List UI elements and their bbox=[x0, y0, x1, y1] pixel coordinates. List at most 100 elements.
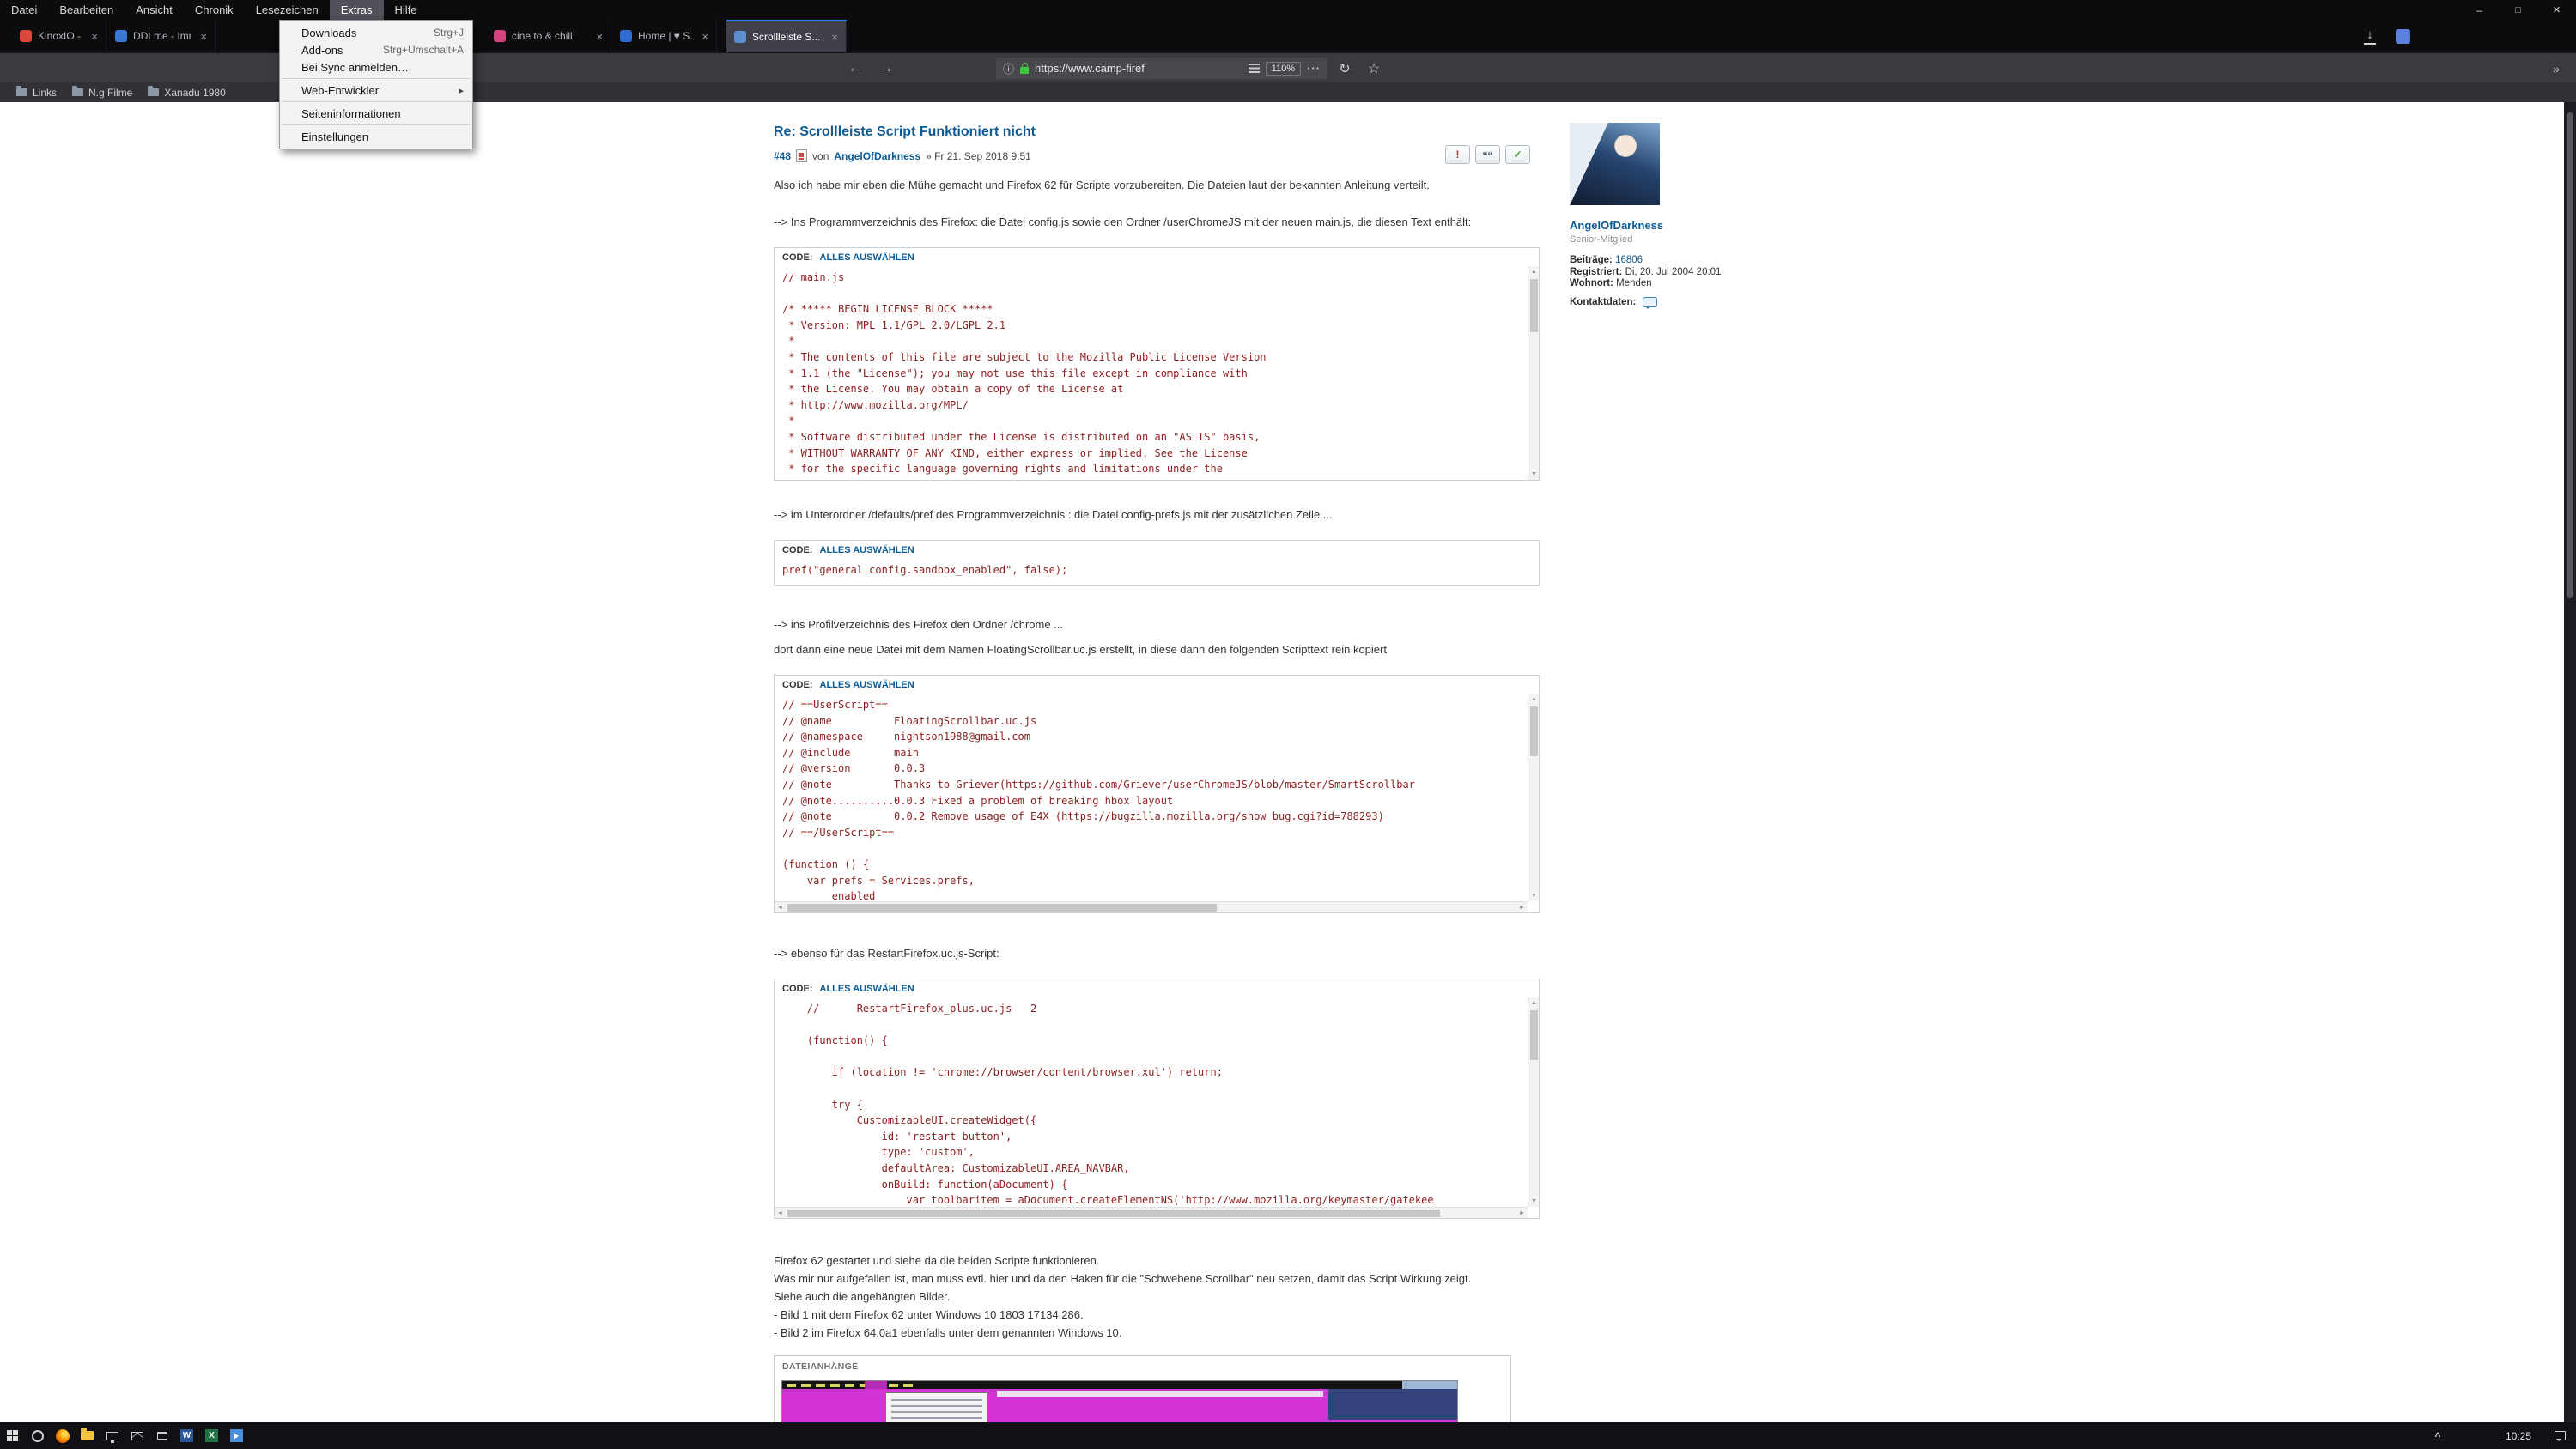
menu-datei[interactable]: Datei bbox=[0, 0, 48, 20]
scroll-left-icon[interactable] bbox=[775, 1208, 786, 1218]
overflow-chevron-icon[interactable] bbox=[2545, 58, 2567, 79]
scroll-up-icon[interactable] bbox=[1528, 266, 1539, 277]
page-actions-icon[interactable] bbox=[1307, 62, 1321, 75]
store-icon[interactable] bbox=[149, 1422, 174, 1449]
close-window-icon[interactable] bbox=[2537, 0, 2576, 20]
forward-icon[interactable] bbox=[874, 58, 898, 79]
tab-cineto[interactable]: cine.to & chill bbox=[486, 20, 611, 52]
minimize-icon[interactable] bbox=[2460, 0, 2499, 20]
scrollbar-thumb[interactable] bbox=[787, 1210, 1440, 1217]
horizontal-scrollbar[interactable] bbox=[775, 901, 1528, 912]
menu-ansicht[interactable]: Ansicht bbox=[125, 0, 184, 20]
tab-kinoxio[interactable]: KinoxIO - Best... bbox=[12, 20, 106, 52]
scrollbar-thumb[interactable] bbox=[1530, 279, 1538, 332]
avatar[interactable] bbox=[1570, 123, 1660, 205]
extension-icon[interactable] bbox=[2396, 29, 2410, 44]
search-icon[interactable] bbox=[25, 1422, 50, 1449]
url-text[interactable]: https://www.camp-firef bbox=[1035, 62, 1145, 75]
bookmark-ng-filme[interactable]: N.g Filme bbox=[64, 82, 140, 102]
vertical-scrollbar[interactable] bbox=[1528, 694, 1539, 901]
scroll-up-icon[interactable] bbox=[1528, 997, 1539, 1009]
accepted-answer-button[interactable] bbox=[1505, 145, 1530, 164]
scroll-left-icon[interactable] bbox=[775, 902, 786, 912]
tab-title: DDLme - Imme... bbox=[133, 30, 191, 42]
windows-start-icon[interactable] bbox=[0, 1422, 25, 1449]
back-icon[interactable] bbox=[843, 58, 867, 79]
mail-icon[interactable] bbox=[125, 1422, 149, 1449]
scroll-right-icon[interactable] bbox=[1516, 902, 1528, 912]
bookmark-xanadu[interactable]: Xanadu 1980 bbox=[140, 82, 233, 102]
scrollbar-thumb[interactable] bbox=[1530, 1010, 1538, 1060]
post-count-link[interactable]: 16806 bbox=[1615, 255, 1643, 265]
secure-lock-icon[interactable] bbox=[1020, 67, 1029, 74]
scroll-down-icon[interactable] bbox=[1528, 469, 1539, 480]
file-explorer-icon[interactable] bbox=[75, 1422, 100, 1449]
hidden-icons-chevron[interactable] bbox=[2423, 1430, 2452, 1442]
maximize-icon[interactable] bbox=[2499, 0, 2537, 20]
code-body[interactable]: // ==UserScript== // @name FloatingScrol… bbox=[775, 694, 1539, 912]
taskbar-clock[interactable]: 10:25 bbox=[2494, 1430, 2543, 1442]
code-block-floatingscrollbar: CODE: ALLES AUSWÄHLEN // ==UserScript== … bbox=[774, 675, 1540, 913]
tab-scrollleiste-active[interactable]: Scrollleiste S... bbox=[726, 20, 847, 52]
downloads-icon[interactable] bbox=[2361, 27, 2379, 45]
tab-close-icon[interactable] bbox=[200, 30, 207, 43]
post-author-link[interactable]: AngelOfDarkness bbox=[834, 150, 920, 162]
action-center-icon[interactable] bbox=[2543, 1431, 2576, 1440]
menuitem-sync[interactable]: Bei Sync anmelden… bbox=[280, 58, 472, 76]
bookmark-star-icon[interactable] bbox=[1362, 58, 1386, 79]
tab-close-icon[interactable] bbox=[702, 30, 708, 43]
menu-bearbeiten[interactable]: Bearbeiten bbox=[48, 0, 125, 20]
menu-chronik[interactable]: Chronik bbox=[184, 0, 245, 20]
menu-hilfe[interactable]: Hilfe bbox=[384, 0, 428, 20]
scrollbar-thumb[interactable] bbox=[1530, 706, 1538, 756]
select-all-link[interactable]: ALLES AUSWÄHLEN bbox=[820, 252, 914, 263]
page-scrollbar-thumb[interactable] bbox=[2567, 112, 2573, 598]
reader-mode-icon[interactable] bbox=[1249, 64, 1260, 73]
code-block-mainjs: CODE: ALLES AUSWÄHLEN // main.js /* ****… bbox=[774, 247, 1540, 481]
private-message-icon[interactable] bbox=[1643, 297, 1657, 307]
word-icon[interactable] bbox=[174, 1422, 199, 1449]
code-body[interactable]: pref("general.config.sandbox_enabled", f… bbox=[775, 559, 1539, 585]
code-body[interactable]: // RestartFirefox_plus.uc.js 2 (function… bbox=[775, 997, 1539, 1218]
menuitem-einstellungen[interactable]: Einstellungen bbox=[280, 128, 472, 145]
scroll-down-icon[interactable] bbox=[1528, 1196, 1539, 1207]
bookmark-links[interactable]: Links bbox=[9, 82, 64, 102]
quote-post-button[interactable] bbox=[1475, 145, 1500, 164]
scroll-right-icon[interactable] bbox=[1516, 1208, 1528, 1218]
menu-lesezeichen[interactable]: Lesezeichen bbox=[245, 0, 330, 20]
tab-ddlme[interactable]: DDLme - Imme... bbox=[107, 20, 216, 52]
scroll-up-icon[interactable] bbox=[1528, 694, 1539, 705]
post-number-link[interactable]: #48 bbox=[774, 150, 791, 162]
post-title-link[interactable]: Re: Scrollleiste Script Funktioniert nic… bbox=[774, 124, 1540, 140]
horizontal-scrollbar[interactable] bbox=[775, 1207, 1528, 1218]
reload-icon[interactable] bbox=[1333, 58, 1357, 79]
select-all-link[interactable]: ALLES AUSWÄHLEN bbox=[820, 545, 914, 555]
tab-close-icon[interactable] bbox=[91, 30, 98, 43]
menuitem-web-entwickler[interactable]: Web-Entwickler bbox=[280, 82, 472, 99]
page-info-icon[interactable] bbox=[1003, 60, 1014, 76]
select-all-link[interactable]: ALLES AUSWÄHLEN bbox=[820, 680, 914, 690]
attachment-thumbnail[interactable] bbox=[781, 1380, 1458, 1422]
tab-sto[interactable]: Home | ♥ S.to bbox=[612, 20, 717, 52]
report-post-button[interactable] bbox=[1445, 145, 1470, 164]
url-bar[interactable]: https://www.camp-firef 110% bbox=[996, 58, 1327, 79]
vertical-scrollbar[interactable] bbox=[1528, 266, 1539, 480]
menuitem-seiteninformationen[interactable]: Seiteninformationen bbox=[280, 105, 472, 122]
menu-extras[interactable]: Extras bbox=[330, 0, 384, 20]
select-all-link[interactable]: ALLES AUSWÄHLEN bbox=[820, 984, 914, 994]
scroll-down-icon[interactable] bbox=[1528, 890, 1539, 901]
photos-icon[interactable] bbox=[224, 1422, 249, 1449]
firefox-icon[interactable] bbox=[50, 1422, 75, 1449]
profile-username-link[interactable]: AngelOfDarkness bbox=[1570, 219, 1801, 232]
tab-close-icon[interactable] bbox=[596, 30, 603, 43]
code-body[interactable]: // main.js /* ***** BEGIN LICENSE BLOCK … bbox=[775, 266, 1539, 480]
menuitem-addons[interactable]: Add-ons Strg+Umschalt+A bbox=[280, 41, 472, 58]
zoom-level-button[interactable]: 110% bbox=[1266, 62, 1301, 76]
vertical-scrollbar[interactable] bbox=[1528, 997, 1539, 1207]
monitor-app-icon[interactable] bbox=[100, 1422, 125, 1449]
menuitem-downloads[interactable]: Downloads Strg+J bbox=[280, 24, 472, 41]
excel-icon[interactable] bbox=[199, 1422, 224, 1449]
tab-close-icon[interactable] bbox=[831, 31, 838, 44]
page-scrollbar[interactable] bbox=[2564, 102, 2576, 1422]
scrollbar-thumb[interactable] bbox=[787, 904, 1217, 912]
